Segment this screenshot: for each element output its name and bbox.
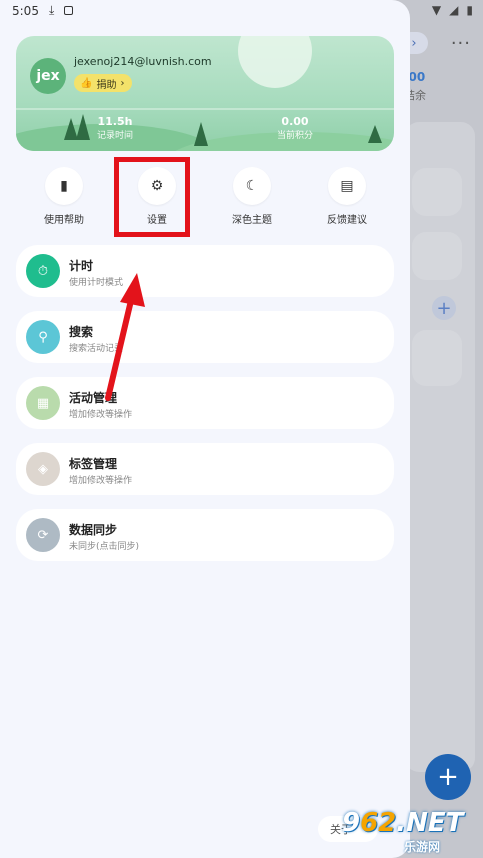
watermark-subtitle: 乐游网	[404, 840, 441, 854]
watermark-brand-c: .NET	[396, 808, 464, 838]
watermark-brand: 962.NET	[342, 808, 463, 838]
annotation-arrow	[105, 273, 145, 401]
watermark-brand-a: 9	[342, 808, 361, 838]
watermark-brand-b: 62	[360, 808, 397, 838]
arrow-head	[120, 273, 145, 307]
arrow-shaft	[105, 289, 136, 401]
watermark-logo: 962.NET 乐游网	[342, 808, 483, 858]
